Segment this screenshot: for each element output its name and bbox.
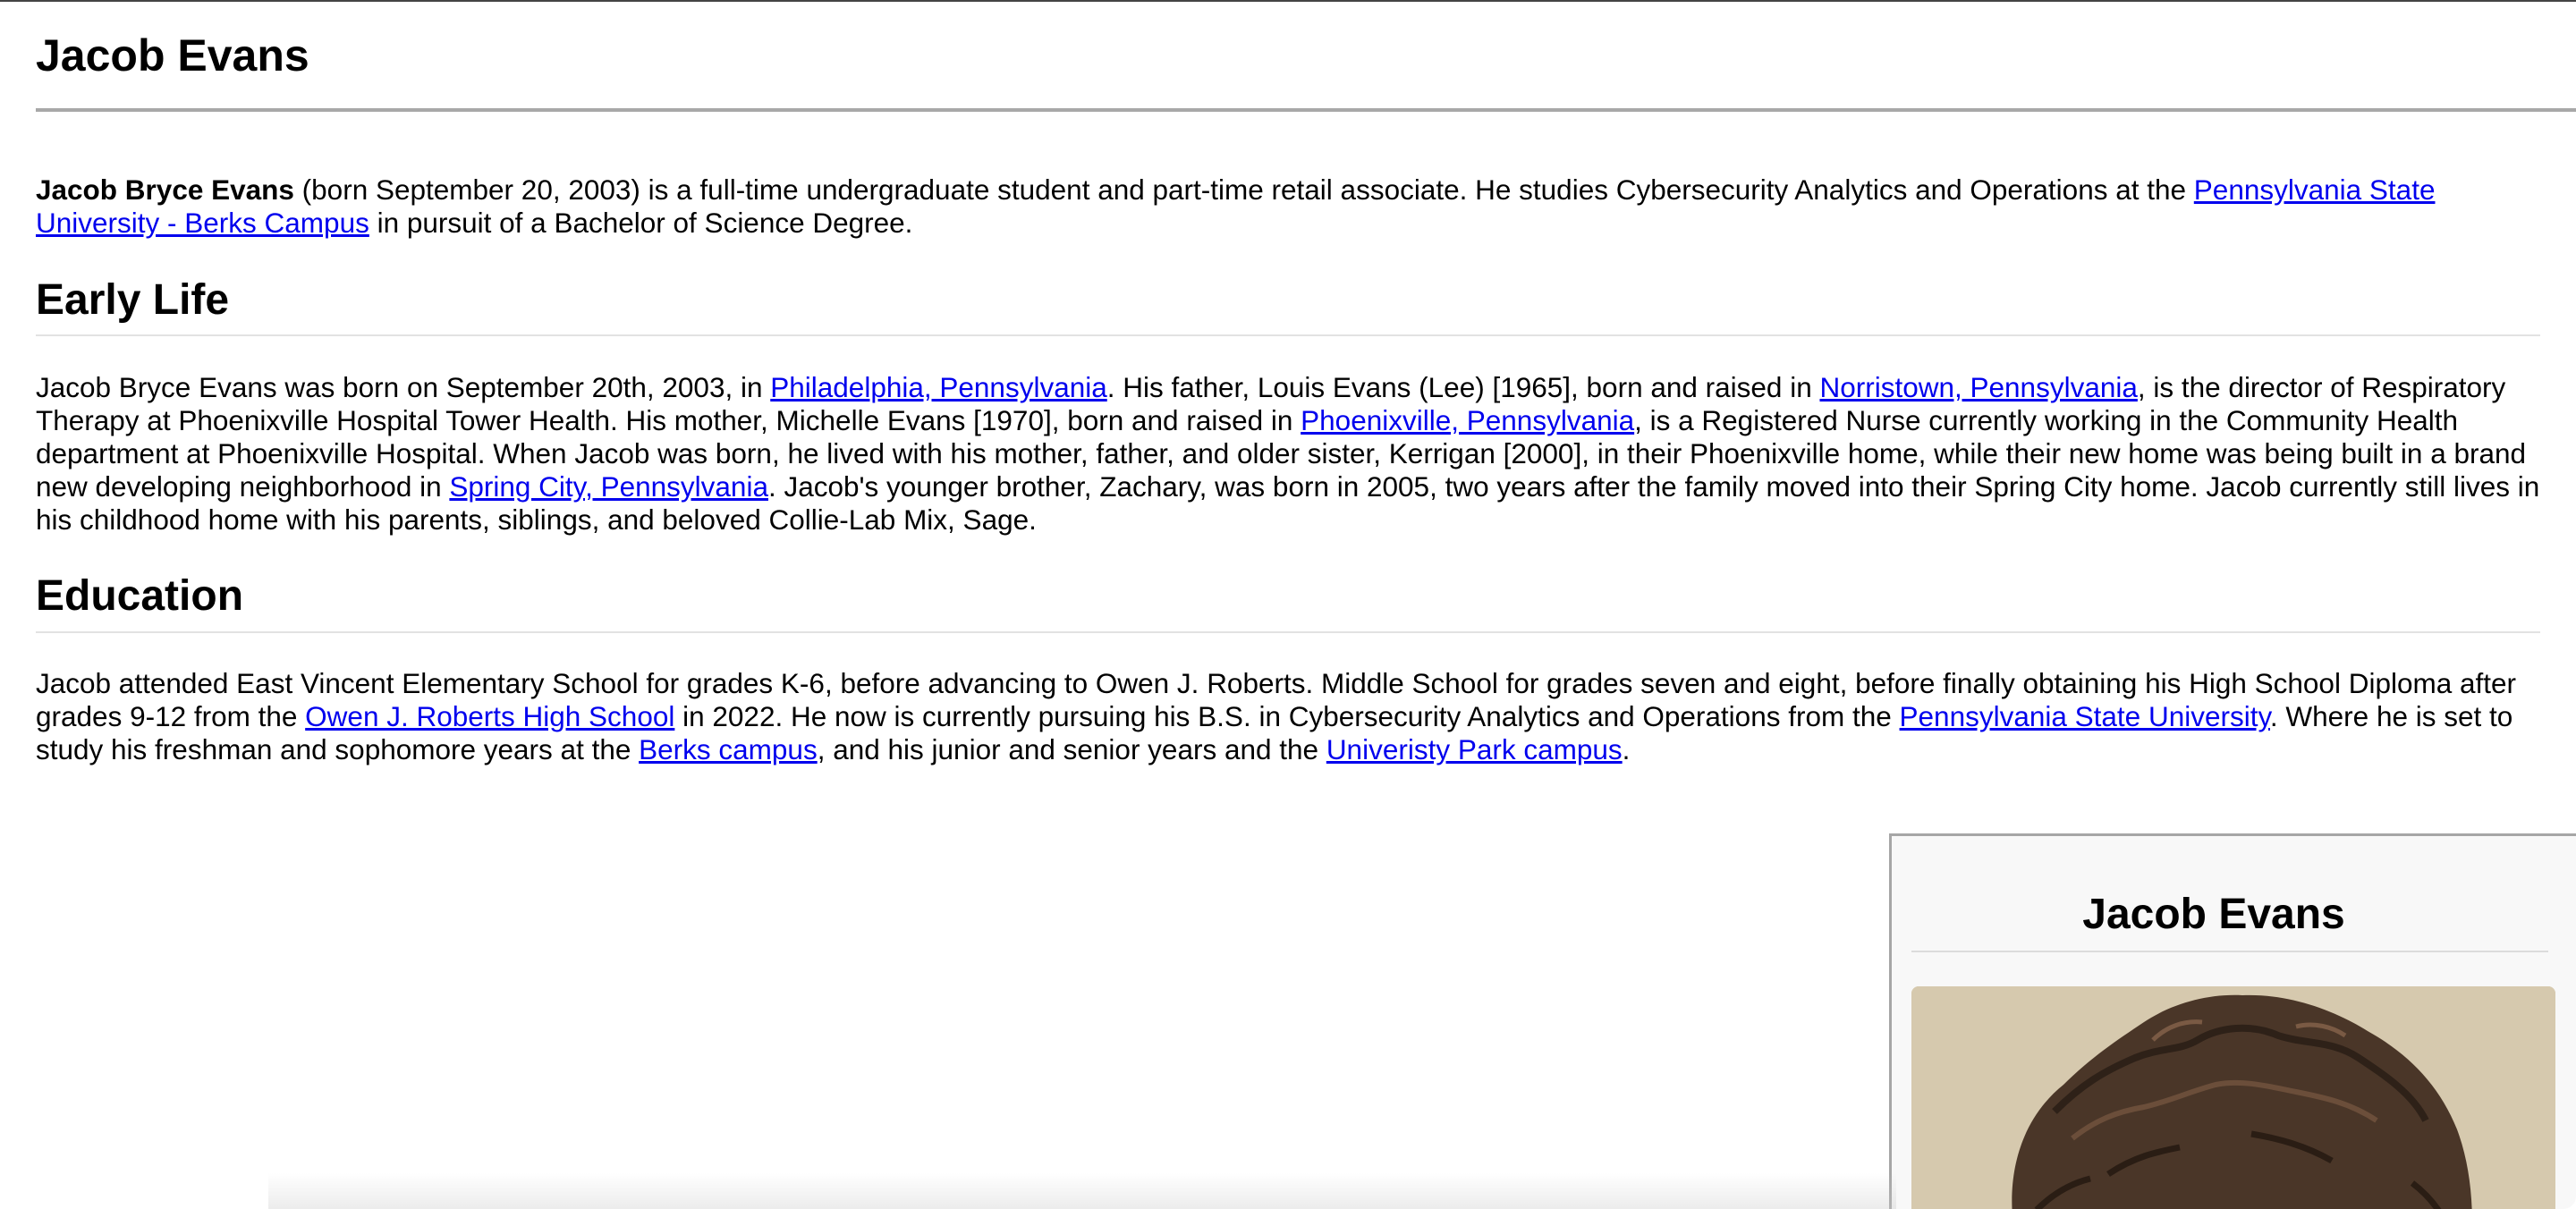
title-divider [36, 108, 2576, 112]
intro-text-2: in pursuit of a Bachelor of Science Degr… [369, 207, 913, 239]
heading-early-life: Early Life [36, 276, 230, 324]
education-paragraph: Jacob attended East Vincent Elementary S… [36, 667, 2540, 766]
early-life-divider [36, 334, 2540, 336]
window-shadow [268, 1173, 1896, 1209]
link-spring-city[interactable]: Spring City, Pennsylvania [449, 470, 768, 503]
link-philadelphia[interactable]: Philadelphia, Pennsylvania [770, 371, 1107, 403]
link-berks-campus[interactable]: Berks campus [639, 733, 818, 765]
link-university-park-campus[interactable]: Univeristy Park campus [1326, 733, 1623, 765]
infobox: Jacob Evans [1889, 833, 2576, 1209]
infobox-divider [1911, 951, 2548, 952]
page-title: Jacob Evans [36, 30, 309, 80]
intro-bold-name: Jacob Bryce Evans [36, 173, 294, 206]
link-psu[interactable]: Pennsylvania State University [1900, 700, 2270, 732]
intro-text-1: (born September 20, 2003) is a full-time… [293, 173, 2194, 206]
early-life-paragraph: Jacob Bryce Evans was born on September … [36, 371, 2540, 537]
link-ojr-high-school[interactable]: Owen J. Roberts High School [305, 700, 674, 732]
early-life-text-1: Jacob Bryce Evans was born on September … [36, 371, 771, 403]
heading-education: Education [36, 572, 244, 620]
hair-illustration-icon [1911, 986, 2555, 1209]
link-phoenixville[interactable]: Phoenixville, Pennsylvania [1301, 404, 1634, 436]
early-life-text-2: . His father, Louis Evans (Lee) [1965], … [1106, 371, 1820, 403]
portrait-photo [1911, 986, 2555, 1209]
education-divider [36, 631, 2540, 633]
education-text-5: . [1622, 733, 1631, 765]
education-text-2: in 2022. He now is currently pursuing hi… [674, 700, 1900, 732]
browser-viewport: Jacob Evans Jacob Bryce Evans (born Sept… [0, 0, 2576, 1209]
link-norristown[interactable]: Norristown, Pennsylvania [1819, 371, 2137, 403]
infobox-title: Jacob Evans [2082, 891, 2345, 938]
intro-paragraph: Jacob Bryce Evans (born September 20, 20… [36, 173, 2540, 240]
education-text-4: , and his junior and senior years and th… [817, 733, 1326, 765]
